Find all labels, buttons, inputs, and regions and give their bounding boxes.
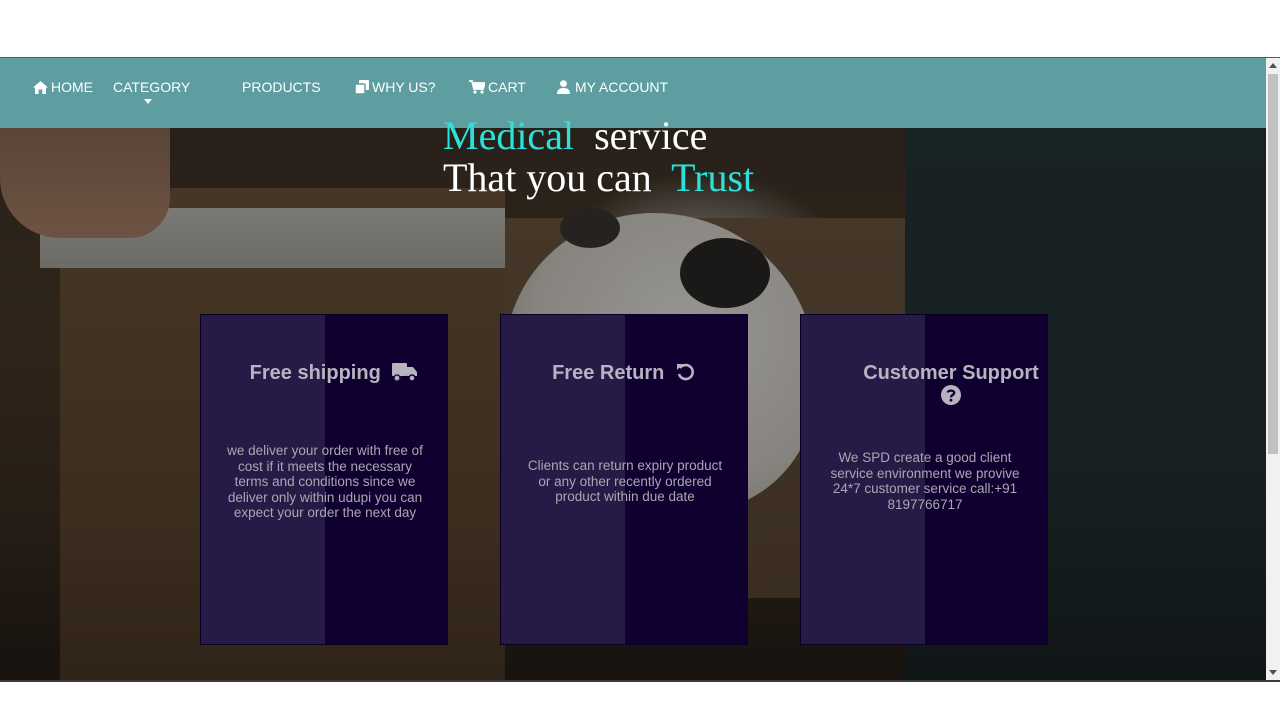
- feature-card-shipping: Free shipping we deliver your order with…: [200, 314, 448, 645]
- scroll-up-icon[interactable]: [1269, 63, 1277, 68]
- nav-products[interactable]: PRODUCTS: [242, 77, 321, 97]
- headline-service: service: [594, 113, 708, 158]
- nav-why-us-label: WHY US?: [372, 79, 436, 95]
- card-body: Clients can return expiry product or any…: [527, 458, 723, 504]
- headline-that-you-can: That you can: [443, 155, 652, 200]
- nav-home-label: HOME: [51, 79, 93, 95]
- headline-line-1: Medical service: [443, 115, 754, 157]
- undo-icon: [676, 363, 694, 381]
- card-title-text: Free shipping: [249, 362, 381, 384]
- nav-why-us[interactable]: WHY US?: [355, 77, 436, 97]
- card-body: we deliver your order with free of cost …: [227, 443, 423, 520]
- headline-line-2: That you can Trust: [443, 157, 754, 199]
- chevron-down-icon[interactable]: [144, 99, 152, 104]
- truck-icon: [392, 363, 418, 382]
- nav-products-label: PRODUCTS: [242, 79, 321, 95]
- copy-icon: [355, 80, 369, 94]
- home-icon: [33, 80, 48, 94]
- headline-trust: Trust: [671, 155, 755, 200]
- card-title: Free shipping: [201, 362, 447, 384]
- hero-headline: Medical service That you can Trust: [443, 115, 754, 199]
- card-body: We SPD create a good client service envi…: [830, 450, 1020, 512]
- user-icon: [557, 80, 570, 94]
- nav-cart-label: CART: [488, 79, 526, 95]
- card-title: Customer Support: [841, 362, 1061, 407]
- browser-viewport: HOME CATEGORY PRODUCTS WHY US? CART MY A…: [0, 57, 1280, 682]
- feature-card-support: Customer Support We SPD create a good cl…: [800, 314, 1048, 645]
- vertical-scrollbar[interactable]: [1266, 58, 1280, 680]
- nav-cart[interactable]: CART: [469, 77, 526, 97]
- question-circle-icon: [941, 385, 961, 405]
- card-title-text: Free Return: [552, 362, 665, 384]
- card-title-text: Customer Support: [863, 362, 1039, 384]
- nav-category-label: CATEGORY: [113, 79, 191, 95]
- nav-my-account[interactable]: MY ACCOUNT: [557, 77, 668, 97]
- card-title: Free Return: [501, 362, 747, 384]
- feature-card-return: Free Return Clients can return expiry pr…: [500, 314, 748, 645]
- cart-icon: [469, 80, 485, 94]
- nav-my-account-label: MY ACCOUNT: [575, 79, 669, 95]
- nav-home[interactable]: HOME: [33, 77, 93, 97]
- nav-category[interactable]: CATEGORY: [113, 77, 190, 97]
- headline-medical: Medical: [443, 113, 575, 158]
- scroll-thumb[interactable]: [1268, 74, 1278, 454]
- scroll-down-icon[interactable]: [1269, 670, 1277, 675]
